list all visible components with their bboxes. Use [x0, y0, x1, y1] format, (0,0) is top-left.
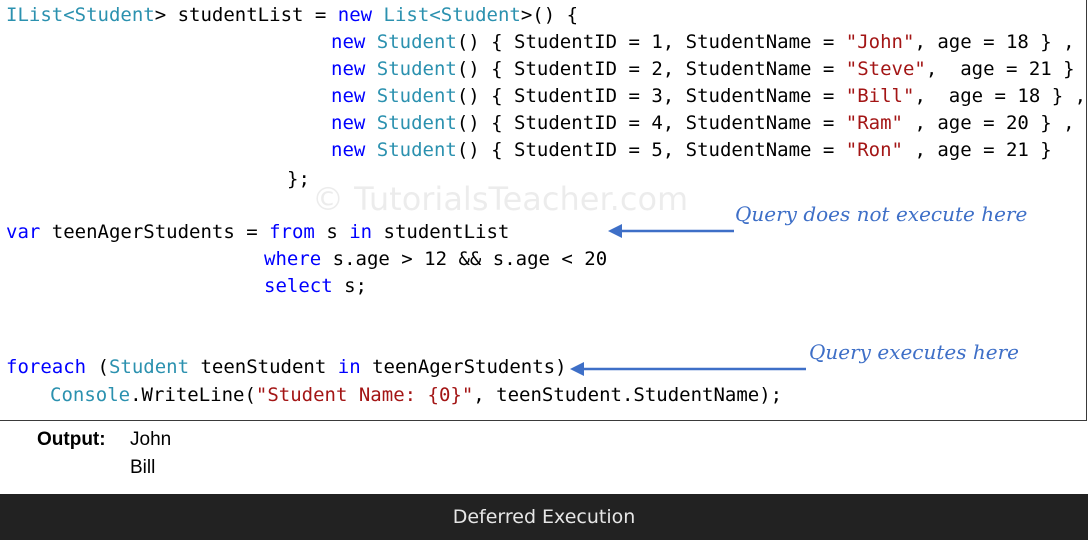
code-line-writeline: Console.WriteLine("Student Name: {0}", t… — [50, 384, 783, 406]
code-line-query-from: var teenAgerStudents = from s in student… — [6, 221, 510, 243]
code-line-foreach: foreach (Student teenStudent in teenAger… — [6, 356, 567, 378]
code-line-student: new Student() { StudentID = 3, StudentNa… — [331, 85, 1087, 107]
output-line: Bill — [130, 457, 156, 478]
arrow-left-icon — [570, 362, 806, 376]
output-line: John — [130, 429, 172, 450]
code-panel: IList<Student> studentList = new List<St… — [0, 0, 1087, 421]
watermark: © TutorialsTeacher.com — [312, 180, 689, 218]
code-line-student: new Student() { StudentID = 5, StudentNa… — [331, 139, 1052, 161]
code-line-query-select: select s; — [264, 275, 367, 297]
code-line-student: new Student() { StudentID = 4, StudentNa… — [331, 112, 1075, 134]
code-line-close-list: }; — [287, 168, 310, 190]
output-label: Output: — [37, 429, 106, 450]
code-line-student: new Student() { StudentID = 2, StudentNa… — [331, 58, 1087, 80]
arrow-left-icon — [608, 224, 734, 238]
code-line-student: new Student() { StudentID = 1, StudentNa… — [331, 31, 1075, 53]
annotation-query-executes: Query executes here — [809, 340, 1019, 364]
code-line-query-where: where s.age > 12 && s.age < 20 — [264, 248, 608, 270]
annotation-query-not-execute: Query does not execute here — [735, 202, 1028, 226]
code-line-list-declaration: IList<Student> studentList = new List<St… — [6, 4, 579, 26]
output-area: Output: John Bill — [0, 421, 1088, 494]
figure-caption: Deferred Execution — [0, 494, 1088, 540]
